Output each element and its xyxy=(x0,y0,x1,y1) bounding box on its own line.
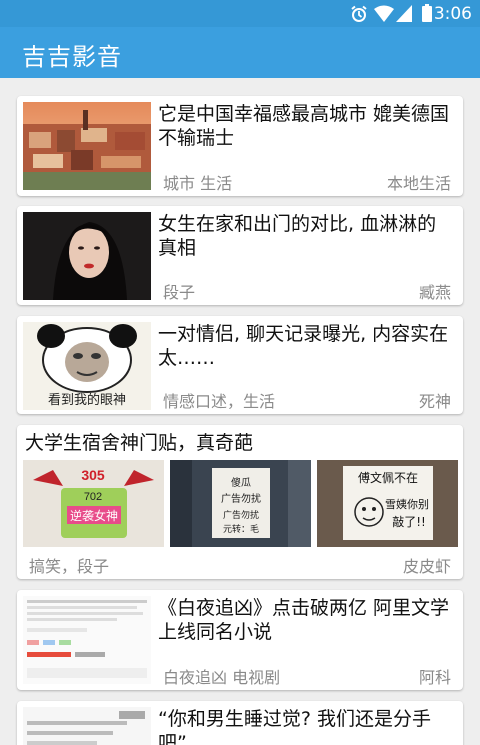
feed-card[interactable]: “你和男生睡过觉? 我们还是分手吧” xyxy=(17,701,463,745)
app-title: 吉吉影音 xyxy=(22,43,122,71)
feed-card[interactable]: 女生在家和出门的对比, 血淋淋的真相 段子 臧燕 xyxy=(17,206,463,305)
status-bar: 3:06 xyxy=(0,0,480,27)
cell-signal-icon xyxy=(396,5,412,26)
news-feed[interactable]: 它是中国幸福感最高城市 媲美德国不输瑞士 城市 生活 本地生活 女生在家和出门的… xyxy=(0,78,480,745)
gallery-text: 傻瓜 xyxy=(231,477,251,489)
article-meta: 搞笑，段子 皮皮虾 xyxy=(29,553,451,576)
article-title[interactable]: 一对情侣, 聊天记录曝光, 内容实在太…… xyxy=(158,322,451,370)
article-meta: 城市 生活 本地生活 xyxy=(163,170,451,193)
article-category: 段子 xyxy=(163,283,196,302)
article-title[interactable]: 大学生宿舍神门贴，真奇葩 xyxy=(25,431,451,455)
article-source: 皮皮虾 xyxy=(402,557,451,576)
image-gallery: 305 702 逆袭女神 傻瓜 广告勿扰 广告勿扰 元转：毛 傅文佩不在 雪姨你… xyxy=(23,460,458,547)
status-time: 3:06 xyxy=(433,4,472,24)
woman-thumbnail xyxy=(23,212,151,300)
article-title[interactable]: 它是中国幸福感最高城市 媲美德国不输瑞士 xyxy=(158,102,451,150)
article-category: 城市 生活 xyxy=(163,174,233,193)
panda-meme-thumbnail: 看到我的眼神 xyxy=(23,322,151,410)
article-source: 阿科 xyxy=(418,668,451,687)
feed-card-gallery[interactable]: 大学生宿舍神门贴，真奇葩 305 702 逆袭女神 傻瓜 广告勿扰 广告勿扰 元… xyxy=(17,425,463,579)
dorm-door-image-1: 305 702 逆袭女神 xyxy=(23,460,164,547)
gallery-text: 傅文佩不在 xyxy=(358,470,418,485)
gallery-text: 广告勿扰 xyxy=(221,492,261,505)
app-screenshot-thumbnail xyxy=(23,596,151,684)
text-screenshot-thumbnail xyxy=(23,707,151,745)
article-title[interactable]: 女生在家和出门的对比, 血淋淋的真相 xyxy=(158,212,451,260)
gallery-text: 逆袭女神 xyxy=(70,508,118,523)
meme-caption: 看到我的眼神 xyxy=(47,393,126,408)
gallery-text: 雪姨你别 xyxy=(385,497,429,511)
gallery-text: 敲了!! xyxy=(392,514,426,529)
article-category: 白夜追凶 电视剧 xyxy=(163,668,281,687)
gallery-text: 702 xyxy=(84,491,102,503)
article-title[interactable]: 《白夜追凶》点击破两亿 阿里文学上线同名小说 xyxy=(158,596,451,644)
dorm-door-image-3: 傅文佩不在 雪姨你别 敲了!! xyxy=(317,460,458,547)
wifi-icon xyxy=(374,5,394,26)
article-meta: 白夜追凶 电视剧 阿科 xyxy=(163,664,451,687)
gallery-text: 305 xyxy=(81,467,105,483)
feed-card[interactable]: 《白夜追凶》点击破两亿 阿里文学上线同名小说 白夜追凶 电视剧 阿科 xyxy=(17,590,463,690)
article-source: 死神 xyxy=(418,392,451,411)
dorm-door-image-2: 傻瓜 广告勿扰 广告勿扰 元转：毛 xyxy=(170,460,311,547)
article-title[interactable]: “你和男生睡过觉? 我们还是分手吧” xyxy=(158,707,451,745)
article-source: 本地生活 xyxy=(386,174,451,193)
article-meta: 情感口述，生活 死神 xyxy=(163,388,451,411)
article-category: 情感口述，生活 xyxy=(163,392,276,411)
article-category: 搞笑，段子 xyxy=(29,557,110,576)
battery-icon xyxy=(422,4,432,26)
article-source: 臧燕 xyxy=(418,283,451,302)
article-meta: 段子 臧燕 xyxy=(163,279,451,302)
city-thumbnail xyxy=(23,102,151,190)
gallery-text: 元转：毛 xyxy=(223,523,259,535)
alarm-icon xyxy=(350,5,368,27)
feed-card[interactable]: 看到我的眼神 一对情侣, 聊天记录曝光, 内容实在太…… 情感口述，生活 死神 xyxy=(17,316,463,414)
gallery-text: 广告勿扰 xyxy=(223,509,259,521)
feed-card[interactable]: 它是中国幸福感最高城市 媲美德国不输瑞士 城市 生活 本地生活 xyxy=(17,96,463,196)
app-bar: 吉吉影音 xyxy=(0,27,480,78)
